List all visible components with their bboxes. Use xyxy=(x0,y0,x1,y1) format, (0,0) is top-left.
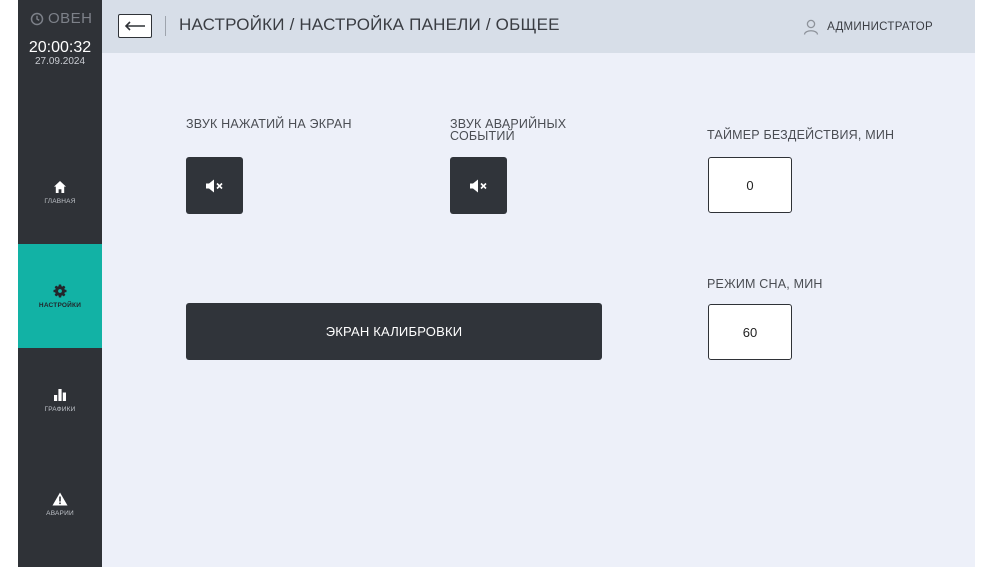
nav-label-charts: ГРАФИКИ xyxy=(44,405,76,413)
back-arrow-icon xyxy=(124,21,145,31)
header-divider xyxy=(165,16,166,36)
alarm-sound-label: ЗВУК АВАРИЙНЫХ СОБЫТИЙ xyxy=(450,117,567,143)
idle-timer-input[interactable]: 0 xyxy=(708,157,792,213)
idle-timer-label: ТАЙМЕР БЕЗДЕЙСТВИЯ, МИН xyxy=(707,128,895,142)
gear-icon xyxy=(53,284,67,297)
bar-chart-icon xyxy=(54,388,66,401)
breadcrumb: НАСТРОЙКИ / НАСТРОЙКА ПАНЕЛИ / ОБЩЕЕ xyxy=(179,15,560,34)
brand-logo: ОВЕН xyxy=(30,10,93,27)
alarm-sound-button[interactable] xyxy=(450,157,507,214)
clock-date: 27.09.2024 xyxy=(34,56,86,67)
sleep-mode-label: РЕЖИМ СНА, МИН xyxy=(707,277,823,291)
clock-time: 20:00:32 xyxy=(28,39,92,56)
speaker-muted-icon xyxy=(469,179,487,192)
nav-item-home[interactable]: ГЛАВНАЯ xyxy=(18,140,102,244)
nav-item-settings[interactable]: НАСТРОЙКИ xyxy=(18,244,102,348)
user-name: АДМИНИСТРАТОР xyxy=(827,21,933,33)
nav-item-charts[interactable]: ГРАФИКИ xyxy=(18,348,102,452)
nav-item-alarms[interactable]: АВАРИИ xyxy=(18,452,102,556)
back-button[interactable] xyxy=(118,14,152,38)
touch-sound-label: ЗВУК НАЖАТИЙ НА ЭКРАН xyxy=(186,117,352,131)
user-menu[interactable]: АДМИНИСТРАТОР xyxy=(803,19,933,35)
app-frame: ОВЕН 20:00:32 27.09.2024 ГЛАВНАЯ НАСТРОЙ… xyxy=(18,0,975,567)
nav-label-settings: НАСТРОЙКИ xyxy=(38,301,82,309)
calibration-screen-button[interactable]: ЭКРАН КАЛИБРОВКИ xyxy=(186,303,602,360)
brand-text: ОВЕН xyxy=(48,10,93,27)
sidebar: ОВЕН 20:00:32 27.09.2024 ГЛАВНАЯ НАСТРОЙ… xyxy=(18,0,102,567)
speaker-muted-icon xyxy=(205,179,223,192)
home-icon xyxy=(54,180,66,193)
sleep-mode-input[interactable]: 60 xyxy=(708,304,792,360)
nav-label-alarms: АВАРИИ xyxy=(46,509,74,517)
touch-sound-button[interactable] xyxy=(186,157,243,214)
warning-icon xyxy=(52,492,68,505)
owen-logo-icon xyxy=(30,12,44,25)
header-bar: НАСТРОЙКИ / НАСТРОЙКА ПАНЕЛИ / ОБЩЕЕ АДМ… xyxy=(102,0,975,53)
user-icon xyxy=(803,19,819,35)
nav-label-home: ГЛАВНАЯ xyxy=(44,197,76,205)
